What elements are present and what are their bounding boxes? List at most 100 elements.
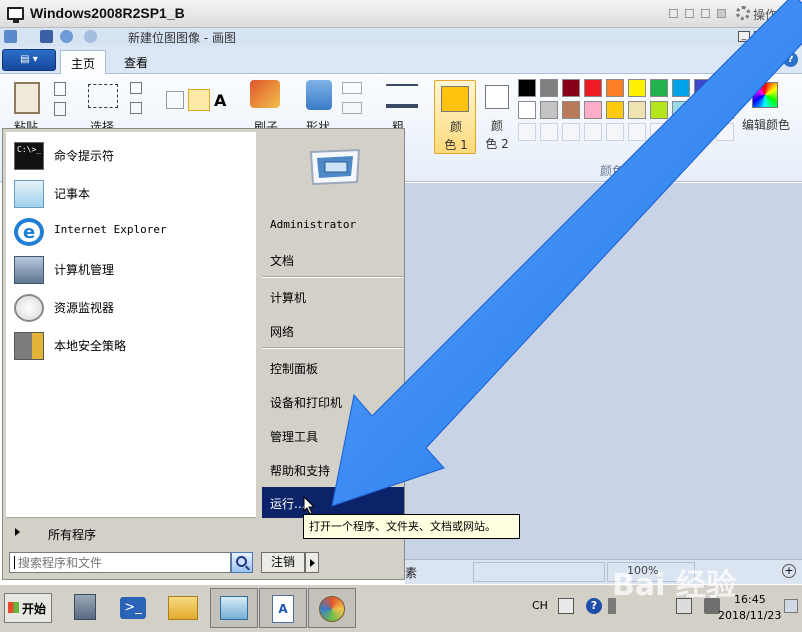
shapes-icon[interactable]	[306, 80, 332, 110]
palette-swatch[interactable]	[540, 123, 558, 141]
palette-swatch[interactable]	[716, 123, 734, 141]
vm-fullscreen-button[interactable]	[701, 9, 710, 18]
canvas-area[interactable]	[405, 183, 802, 559]
program-item[interactable]: 记事本	[12, 178, 248, 208]
all-programs-button[interactable]: 所有程序	[6, 521, 256, 549]
copy-icon[interactable]	[54, 102, 66, 116]
palette-swatch[interactable]	[584, 79, 602, 97]
palette-swatch[interactable]	[518, 123, 536, 141]
vm-minimize-button[interactable]	[685, 9, 694, 18]
place-devices-printers[interactable]: 设备和打印机	[262, 388, 404, 416]
ime-indicator[interactable]: CH	[532, 599, 548, 612]
palette-swatch[interactable]	[628, 101, 646, 119]
brush-icon[interactable]	[250, 80, 280, 108]
taskbar-explorer[interactable]	[160, 588, 208, 628]
show-desktop-button[interactable]	[784, 599, 798, 613]
palette-swatch[interactable]	[628, 123, 646, 141]
taskbar-paint[interactable]	[308, 588, 356, 628]
logoff-button[interactable]: 注销	[261, 552, 305, 573]
palette-swatch[interactable]	[716, 79, 734, 97]
undo-icon[interactable]	[60, 30, 73, 43]
start-search-box[interactable]	[9, 552, 231, 573]
search-button[interactable]	[231, 552, 253, 573]
zoom-in-icon[interactable]: +	[782, 564, 796, 578]
place-computer[interactable]: 计算机	[262, 283, 404, 311]
paint-maximize-button[interactable]: □	[754, 31, 766, 42]
program-item[interactable]: e Internet Explorer	[12, 216, 248, 246]
palette-swatch[interactable]	[606, 123, 624, 141]
keyboard-icon[interactable]	[558, 598, 574, 614]
program-item[interactable]: 计算机管理	[12, 254, 248, 284]
palette-swatch[interactable]	[518, 101, 536, 119]
palette-swatch[interactable]	[694, 101, 712, 119]
help-tray-icon[interactable]: ?	[586, 598, 602, 614]
help-icon[interactable]: ?	[783, 52, 798, 67]
palette-swatch[interactable]	[672, 79, 690, 97]
palette-swatch[interactable]	[650, 123, 668, 141]
color1-button[interactable]: 颜色 1	[434, 80, 476, 154]
paint-minimize-button[interactable]: _	[738, 31, 750, 42]
paste-icon[interactable]	[14, 82, 40, 114]
palette-swatch[interactable]	[584, 123, 602, 141]
program-item[interactable]: 资源监视器	[12, 292, 248, 322]
crop-icon[interactable]	[130, 82, 142, 94]
palette-swatch[interactable]	[650, 101, 668, 119]
text-icon[interactable]: A	[214, 91, 232, 110]
paint-app-menu-button[interactable]: ▤ ▾	[2, 49, 56, 71]
palette-swatch[interactable]	[716, 101, 734, 119]
palette-swatch[interactable]	[694, 123, 712, 141]
taskbar-server-manager[interactable]	[62, 588, 110, 628]
taskbar-powershell[interactable]: >_	[110, 588, 158, 628]
tab-view[interactable]: 查看	[114, 50, 158, 74]
user-picture[interactable]	[307, 146, 363, 188]
palette-swatch[interactable]	[628, 79, 646, 97]
place-administrator[interactable]: Administrator	[262, 212, 404, 240]
color2-button[interactable]: 颜色 2	[480, 80, 514, 154]
vm-close-button[interactable]	[717, 9, 726, 18]
size-icon[interactable]	[386, 84, 418, 108]
taskbar-control-panel[interactable]	[210, 588, 258, 628]
program-item[interactable]: 本地安全策略	[12, 330, 248, 360]
palette-swatch[interactable]	[606, 101, 624, 119]
shutdown-options-button[interactable]	[305, 552, 319, 573]
palette-swatch[interactable]	[562, 79, 580, 97]
shape-fill-icon[interactable]	[342, 102, 362, 114]
save-icon[interactable]	[40, 30, 53, 43]
place-label: 运行...	[270, 497, 306, 511]
palette-swatch[interactable]	[562, 101, 580, 119]
pencil-icon[interactable]	[166, 91, 184, 109]
clock-date[interactable]: 2018/11/23	[718, 609, 781, 622]
place-control-panel[interactable]: 控制面板	[262, 354, 404, 382]
redo-icon[interactable]	[84, 30, 97, 43]
palette-swatch[interactable]	[540, 101, 558, 119]
palette-swatch[interactable]	[672, 123, 690, 141]
palette-swatch[interactable]	[694, 79, 712, 97]
gear-icon[interactable]	[736, 6, 750, 20]
vm-ops-menu[interactable]: 操作	[753, 6, 777, 23]
windows-flag-icon	[8, 602, 19, 613]
palette-swatch[interactable]	[650, 79, 668, 97]
start-button[interactable]: 开始	[4, 593, 52, 623]
place-help-support[interactable]: 帮助和支持	[262, 456, 404, 484]
search-input[interactable]	[10, 553, 230, 572]
cut-icon[interactable]	[54, 82, 66, 96]
resize-icon[interactable]	[130, 102, 142, 114]
place-network[interactable]: 网络	[262, 317, 404, 345]
paint-close-button[interactable]: x	[770, 31, 782, 42]
palette-swatch[interactable]	[584, 101, 602, 119]
taskbar-wordpad[interactable]: A	[259, 588, 307, 628]
place-documents[interactable]: 文档	[262, 246, 404, 274]
select-icon[interactable]	[88, 84, 118, 108]
palette-swatch[interactable]	[518, 79, 536, 97]
vm-restore-button[interactable]	[669, 9, 678, 18]
edit-colors-button[interactable]: 编辑颜色	[740, 80, 792, 140]
tab-home[interactable]: 主页	[60, 50, 107, 74]
palette-swatch[interactable]	[606, 79, 624, 97]
program-item[interactable]: C:\>_ 命令提示符	[12, 140, 248, 170]
fill-icon[interactable]	[188, 89, 210, 111]
outline-icon[interactable]	[342, 82, 362, 94]
palette-swatch[interactable]	[562, 123, 580, 141]
palette-swatch[interactable]	[672, 101, 690, 119]
palette-swatch[interactable]	[540, 79, 558, 97]
place-admin-tools[interactable]: 管理工具	[262, 422, 404, 450]
